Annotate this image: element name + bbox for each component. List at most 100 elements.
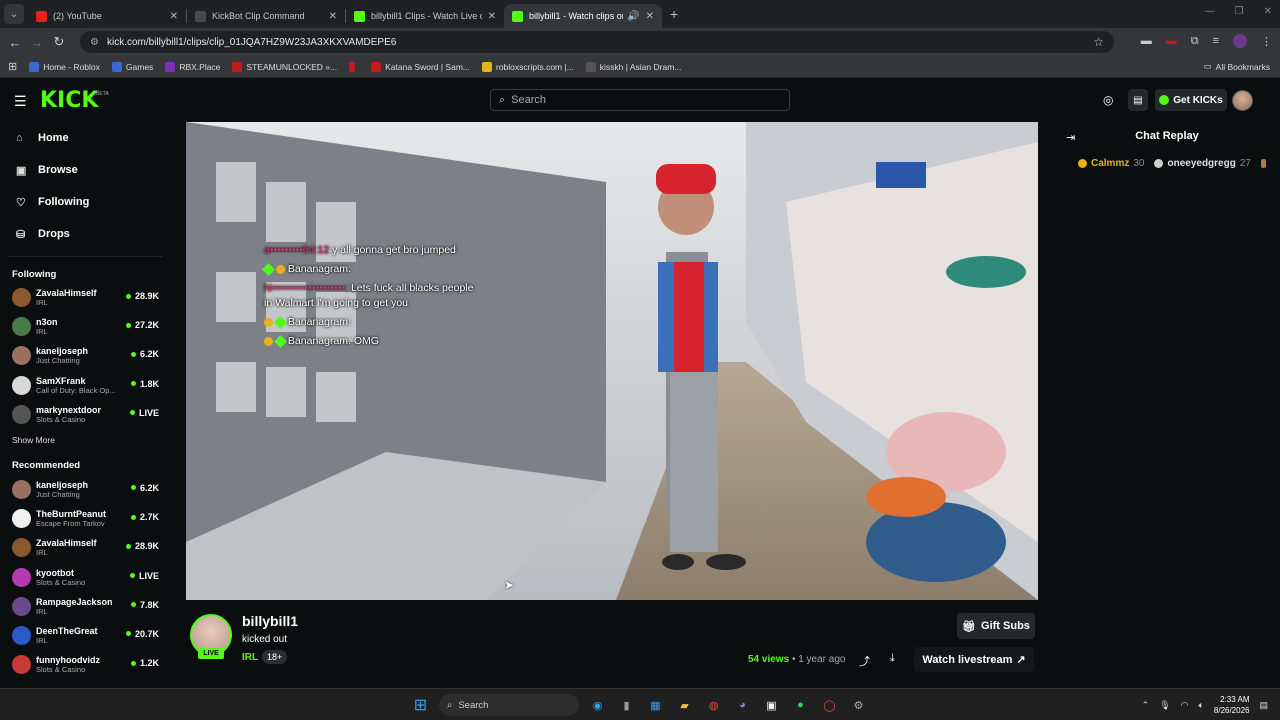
gifter-name[interactable]: oneeyedgregg xyxy=(1167,158,1235,169)
bookmark[interactable]: kisskh | Asian Dram... xyxy=(585,61,681,72)
gifter-name[interactable]: Calmmz xyxy=(1091,158,1129,169)
new-tab-icon[interactable]: + xyxy=(670,6,678,22)
channel-item[interactable]: SamXFrank Call of Duty: Black Op... 1.8K xyxy=(0,371,170,400)
wifi-icon[interactable]: ◠ xyxy=(1181,700,1189,711)
bookmark[interactable]: Home - Roblox xyxy=(29,61,100,72)
hamburger-menu-icon[interactable]: ☰ xyxy=(14,93,27,110)
forward-icon[interactable]: → xyxy=(26,35,48,50)
bookmark[interactable] xyxy=(349,61,359,72)
browser-tab-active[interactable]: billybill1 - Watch clips on Kick 🔊 ✕ xyxy=(504,4,662,28)
chrome-icon[interactable]: ◍ xyxy=(703,695,724,716)
settings-icon[interactable]: ⚙ xyxy=(848,695,869,716)
home-icon: ⌂ xyxy=(16,132,23,144)
speaker-icon[interactable]: 🔊 xyxy=(627,11,639,22)
view-count: 54 views xyxy=(748,654,790,665)
close-icon[interactable]: ✕ xyxy=(329,11,337,22)
microphone-icon[interactable]: 🎙︎ xyxy=(1159,700,1170,711)
tab-title: KickBot Clip Command xyxy=(212,11,305,21)
bookmark[interactable]: RBX.Place xyxy=(165,61,220,72)
minimize-icon[interactable]: — xyxy=(1205,6,1215,17)
live-dot-icon xyxy=(130,602,136,608)
user-avatar[interactable] xyxy=(1232,90,1253,111)
extension-icon[interactable]: ▬ xyxy=(1166,35,1177,47)
volume-icon[interactable]: 🔈︎ xyxy=(1198,700,1203,711)
channel-item[interactable]: funnyhoodvidz Slots & Casino 1.2K xyxy=(0,650,170,679)
bookmark[interactable]: STEAMUNLOCKED »... xyxy=(232,61,337,72)
search-box[interactable]: ⌕ xyxy=(490,89,790,111)
opera-icon[interactable]: ◯ xyxy=(819,695,840,716)
kick-logo[interactable]: KICK xyxy=(40,88,98,113)
bookmark[interactable]: robloxscripts.com |... xyxy=(482,61,574,72)
close-icon[interactable]: ✕ xyxy=(646,11,654,22)
extension-icon[interactable]: ▬ xyxy=(1141,35,1152,47)
app-icon[interactable]: ▣ xyxy=(761,695,782,716)
streamer-name[interactable]: billybill1 xyxy=(242,613,298,629)
channel-item[interactable]: kaneljoseph Just Chatting 6.2K xyxy=(0,475,170,504)
channel-item[interactable]: TheBurntPeanut Escape From Tarkov 2.7K xyxy=(0,504,170,533)
edge-icon[interactable]: ◉ xyxy=(587,695,608,716)
channel-item[interactable]: ZavalaHimself IRL 28.9K xyxy=(0,533,170,562)
spotify-icon[interactable]: ● xyxy=(790,695,811,716)
back-icon[interactable]: ← xyxy=(4,35,26,50)
get-kicks-button[interactable]: Get KICKs xyxy=(1155,89,1227,111)
all-bookmarks[interactable]: ▭ All Bookmarks xyxy=(1204,61,1270,72)
profile-avatar[interactable] xyxy=(1233,34,1247,48)
watch-livestream-button[interactable]: Watch livestream ↗ xyxy=(914,647,1034,672)
sidebar-item-home[interactable]: ⌂ Home xyxy=(0,122,170,154)
site-info-icon[interactable]: ⚙ xyxy=(90,37,99,48)
taskbar-apps: ⊞ ⌕ Search ◉ ▮ ▦ ▰ ◍ ◕ ▣ ● ◯ ⚙ xyxy=(410,694,869,716)
drops-header-icon[interactable]: ◎ xyxy=(1103,93,1113,107)
notification-icon[interactable]: ▤ xyxy=(1259,700,1268,711)
chat-panel: ⇥ Chat Replay Calmmz 30 oneeyedgregg 27 xyxy=(1054,122,1280,688)
katana-icon xyxy=(371,61,382,72)
close-window-icon[interactable]: ✕ xyxy=(1264,6,1272,17)
store-icon[interactable]: ▦ xyxy=(645,695,666,716)
apps-icon[interactable]: ⊞ xyxy=(8,60,17,73)
bookmark[interactable]: Games xyxy=(111,61,153,72)
channel-item[interactable]: DeenTheGreat IRL 20.7K xyxy=(0,621,170,650)
channel-item[interactable]: n3on IRL 27.2K xyxy=(0,312,170,341)
channel-item[interactable]: markynextdoor Slots & Casino LIVE xyxy=(0,400,170,429)
channel-item[interactable]: RampageJackson IRL 7.8K xyxy=(0,592,170,621)
share-icon[interactable]: ⤴ xyxy=(859,653,870,669)
sidebar-item-browse[interactable]: ▣ Browse xyxy=(0,154,170,186)
browser-tab[interactable]: (2) YouTube ✕ xyxy=(28,4,186,28)
media-icon[interactable]: ≡ xyxy=(1213,35,1219,47)
bookmark-star-icon[interactable]: ☆ xyxy=(1093,35,1104,49)
category-link[interactable]: IRL xyxy=(242,652,258,663)
robloxscripts-icon xyxy=(482,61,492,72)
gift-subs-button[interactable]: 🎁︎ Gift Subs xyxy=(957,613,1035,639)
file-explorer-icon[interactable]: ▰ xyxy=(674,695,695,716)
restore-icon[interactable]: ❐ xyxy=(1235,6,1244,17)
puzzle-icon[interactable]: ⧉ xyxy=(1191,35,1199,48)
viewer-count: 20.7K xyxy=(125,629,159,639)
following-list: ZavalaHimself IRL 28.9K n3on IRL 27.2K kaneljo… xyxy=(0,283,170,429)
browser-tab[interactable]: KickBot Clip Command ✕ xyxy=(187,4,345,28)
clock[interactable]: 2:33 AM 8/26/2026 xyxy=(1214,694,1250,716)
browse-icon: ▣ xyxy=(16,164,27,177)
close-icon[interactable]: ✕ xyxy=(170,11,178,22)
bookmark[interactable]: Katana Sword | Sam... xyxy=(371,61,470,72)
reload-icon[interactable]: ↻ xyxy=(48,34,70,50)
app-icon[interactable]: ▮ xyxy=(616,695,637,716)
browser-tab[interactable]: billybill1 Clips - Watch Live on Kick ✕ xyxy=(346,4,504,28)
video-player[interactable] xyxy=(186,122,1038,600)
sidebar-item-drops[interactable]: ⛁ Drops xyxy=(0,218,170,250)
menu-icon[interactable]: ⋮ xyxy=(1261,35,1272,48)
channel-item[interactable]: kaneljoseph Just Chatting 6.2K xyxy=(0,341,170,370)
channel-item[interactable]: kyootbot Slots & Casino LIVE xyxy=(0,563,170,592)
channel-item[interactable]: ZavalaHimself IRL 28.9K xyxy=(0,283,170,312)
show-more-link[interactable]: Show More xyxy=(0,431,170,449)
windows-start-icon[interactable]: ⊞ xyxy=(410,695,431,716)
layout-icon[interactable]: ▤ xyxy=(1128,89,1148,111)
close-icon[interactable]: ✕ xyxy=(488,11,496,22)
sidebar-item-following[interactable]: ♡ Following xyxy=(0,186,170,218)
chevron-up-icon[interactable]: ⌃ xyxy=(1142,700,1150,711)
taskbar-search[interactable]: ⌕ Search xyxy=(439,694,579,716)
gift-subs-label: Gift Subs xyxy=(981,620,1030,632)
url-input[interactable]: ⚙ kick.com/billybill1/clips/clip_01JQA7H… xyxy=(80,31,1114,53)
search-input[interactable] xyxy=(511,94,772,106)
download-icon[interactable]: ⤓ xyxy=(890,652,895,665)
discord-icon[interactable]: ◕ xyxy=(732,695,753,716)
tab-search-icon[interactable]: ⌄ xyxy=(4,4,24,24)
